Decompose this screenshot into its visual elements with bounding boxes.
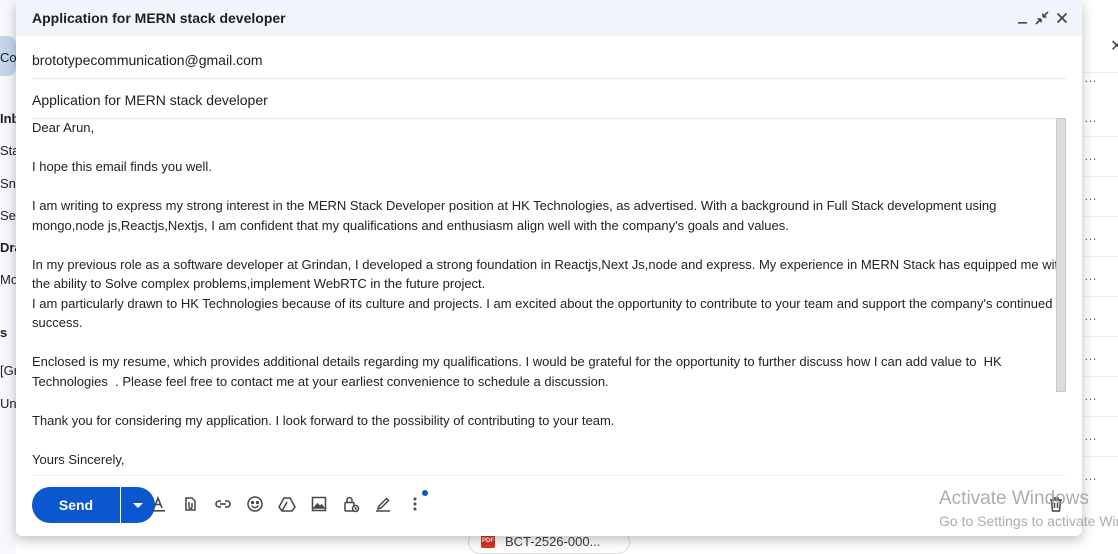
confidential-mode-icon[interactable] <box>341 494 361 514</box>
sidebar-snippet: Co <box>0 50 16 65</box>
ellipsis-icon: … <box>1084 348 1098 363</box>
body-line: In my previous role as a software develo… <box>32 256 1066 292</box>
insert-photo-icon[interactable] <box>309 494 329 514</box>
sidebar-snippet: Sta <box>0 143 16 158</box>
ellipsis-icon: … <box>1084 388 1098 403</box>
pdf-icon: PDF <box>481 534 495 548</box>
compose-title: Application for MERN stack developer <box>32 10 286 26</box>
sidebar-snippet: Un <box>0 396 16 411</box>
toolbar-divider <box>32 475 1066 476</box>
body-line: I am particularly drawn to HK Technologi… <box>32 295 1057 331</box>
signature-icon[interactable] <box>373 494 393 514</box>
notification-dot <box>422 490 428 496</box>
minimize-icon[interactable] <box>1014 9 1032 27</box>
ellipsis-icon: … <box>1084 188 1098 203</box>
activation-watermark-title: Activate Windows <box>939 488 1089 509</box>
list-divider <box>1082 216 1118 217</box>
drive-icon[interactable] <box>277 494 297 514</box>
ellipsis-icon: … <box>1084 148 1098 163</box>
sidebar-snippet: s <box>0 325 8 340</box>
sidebar-snippet: Sno <box>0 176 16 191</box>
body-line: Thank you for considering my application… <box>32 412 615 428</box>
list-divider <box>1082 416 1118 417</box>
body-line: I hope this email finds you well. <box>32 159 212 174</box>
body-line: Yours Sincerely, <box>32 451 125 467</box>
ellipsis-icon: … <box>1084 308 1098 323</box>
compose-header[interactable]: Application for MERN stack developer <box>16 0 1082 36</box>
body-line: Enclosed is my resume, which provides ad… <box>32 354 1006 389</box>
list-divider <box>1082 256 1118 257</box>
ellipsis-icon: … <box>1084 268 1098 283</box>
sidebar-snippet: Inb <box>0 111 16 126</box>
attachment-name: BCT-2526-000... <box>505 534 601 549</box>
sidebar-snippet: Sen <box>0 208 16 223</box>
sidebar-snippet: Mo <box>0 272 16 287</box>
ellipsis-icon: … <box>1084 428 1098 443</box>
activation-watermark-subtitle: Go to Settings to activate Windows. <box>939 513 1118 529</box>
ellipsis-icon: … <box>1084 110 1098 125</box>
list-divider <box>1082 376 1118 377</box>
close-icon[interactable] <box>1053 9 1071 27</box>
recipients-field[interactable]: brototypecommunication@gmail.com <box>32 38 1066 79</box>
list-divider <box>1082 336 1118 337</box>
list-divider <box>1082 176 1118 177</box>
ellipsis-icon: … <box>1084 228 1098 243</box>
body-scrollbar[interactable] <box>1056 118 1066 392</box>
list-divider <box>1082 136 1118 137</box>
text-format-icon[interactable] <box>148 494 168 514</box>
chevron-down-icon <box>133 503 143 508</box>
message-body[interactable]: Dear Arun, I hope this email finds you w… <box>32 118 1066 474</box>
list-divider <box>1082 296 1118 297</box>
more-options-icon[interactable] <box>405 494 425 514</box>
sidebar-snippet: [Gr <box>0 363 16 378</box>
subject-field[interactable]: Application for MERN stack developer <box>32 78 1066 119</box>
send-button[interactable]: Send <box>32 487 120 523</box>
ellipsis-icon: … <box>1084 468 1098 483</box>
insert-link-icon[interactable] <box>213 494 233 514</box>
ellipsis-icon: … <box>1084 70 1098 85</box>
subject-text: Application for MERN stack developer <box>32 92 268 108</box>
compose-window: Application for MERN stack developer bro… <box>16 0 1082 536</box>
sidebar-snippet: Dra <box>0 240 16 255</box>
exit-fullscreen-icon[interactable] <box>1033 9 1051 27</box>
body-line: I am writing to express my strong intere… <box>32 198 1001 233</box>
recipient-email: brototypecommunication@gmail.com <box>32 52 263 68</box>
close-icon[interactable]: ✕ <box>1110 36 1118 56</box>
attach-file-icon[interactable] <box>180 494 200 514</box>
emoji-icon[interactable] <box>245 494 265 514</box>
list-divider <box>1082 456 1118 457</box>
body-line: Dear Arun, <box>32 120 95 135</box>
